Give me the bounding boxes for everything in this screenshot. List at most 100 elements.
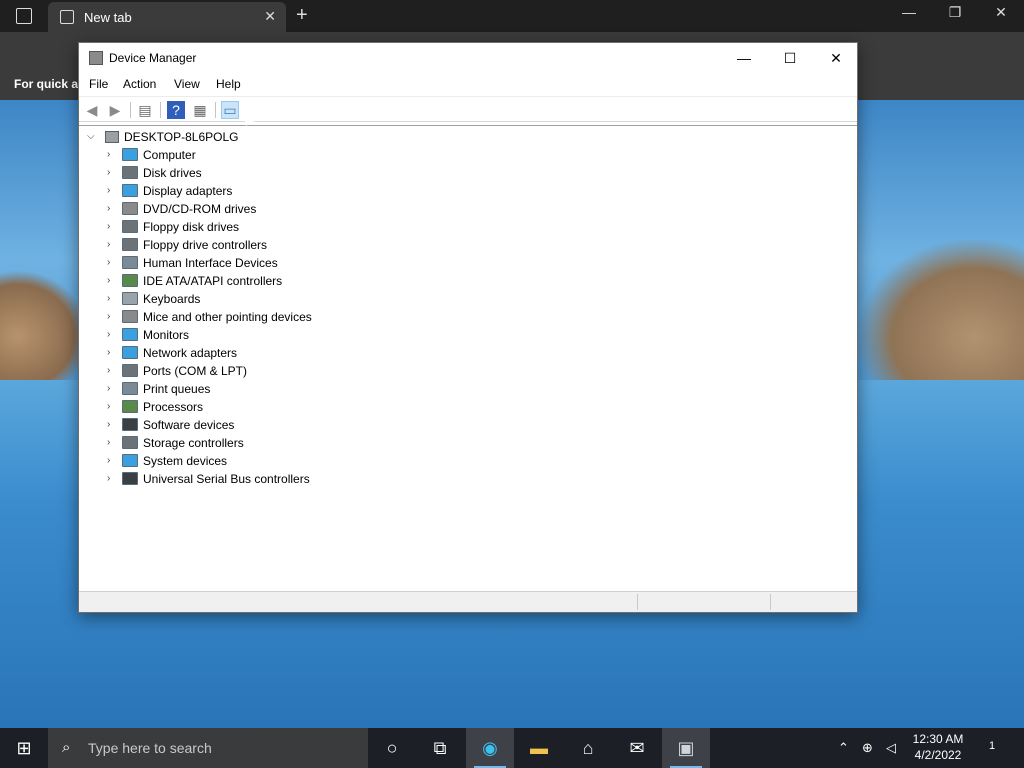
clock[interactable]: 12:30 AM 4/2/2022 <box>908 731 968 763</box>
menu-action[interactable]: Action <box>123 77 156 91</box>
wallpaper-hill-left <box>0 270 90 380</box>
tree-item[interactable]: › Mice and other pointing devices <box>79 308 479 326</box>
expand-chevron-icon[interactable]: › <box>107 221 110 232</box>
taskbar: ⊞ ⌕ Type here to search ○ ⧉ ◉ ▬ ⌂ ✉ ▣ ⌃ … <box>0 728 1024 768</box>
search-icon: ⌕ <box>62 739 71 756</box>
search-placeholder: Type here to search <box>88 740 212 756</box>
monitor-icon <box>122 328 138 341</box>
task-view-icon[interactable]: ⧉ <box>416 728 464 768</box>
device-manager-app-icon <box>89 51 103 65</box>
expand-chevron-icon[interactable]: › <box>107 185 110 196</box>
forward-icon[interactable]: ▶ <box>106 101 124 119</box>
tree-item-label: Software devices <box>143 418 235 432</box>
tree-item[interactable]: › Monitors <box>79 326 479 344</box>
menu-file[interactable]: File <box>89 77 108 91</box>
tab-actions-icon[interactable] <box>16 8 32 24</box>
tree-item[interactable]: › DVD/CD-ROM drives <box>79 200 479 218</box>
tree-item-label: Floppy disk drives <box>143 220 240 234</box>
expand-chevron-icon[interactable]: › <box>107 167 110 178</box>
new-tab-button[interactable]: + <box>296 4 308 27</box>
browser-close-button[interactable]: ✕ <box>978 4 1024 21</box>
back-icon[interactable]: ◀ <box>83 101 101 119</box>
menu-help[interactable]: Help <box>216 77 241 91</box>
expand-chevron-icon[interactable]: › <box>107 275 110 286</box>
properties-icon[interactable]: ▤ <box>136 101 154 119</box>
collapse-chevron-icon[interactable]: ⌵ <box>87 131 95 142</box>
tree-item-label: DVD/CD-ROM drives <box>143 202 257 216</box>
start-button[interactable]: ⊞ <box>0 728 48 768</box>
tree-item[interactable]: › Floppy disk drives <box>79 218 479 236</box>
tree-item[interactable]: › Disk drives <box>79 164 479 182</box>
browser-tab[interactable]: New tab ✕ <box>48 2 286 32</box>
cortana-icon[interactable]: ○ <box>368 728 416 768</box>
tree-root-node[interactable]: ⌵ DESKTOP-8L6POLG <box>79 128 279 146</box>
minimize-button[interactable]: — <box>721 43 767 73</box>
notification-count: 1 <box>988 740 996 752</box>
close-tab-icon[interactable]: ✕ <box>264 8 276 25</box>
expand-chevron-icon[interactable]: › <box>107 401 110 412</box>
expand-chevron-icon[interactable]: › <box>107 203 110 214</box>
expand-chevron-icon[interactable]: › <box>107 239 110 250</box>
microsoft-store-icon[interactable]: ⌂ <box>564 728 612 768</box>
file-explorer-icon[interactable]: ▬ <box>515 728 563 768</box>
window-titlebar[interactable]: Device Manager — ☐ ✕ <box>79 43 857 73</box>
tree-item[interactable]: › System devices <box>79 452 479 470</box>
favorites-bar-text: For quick ac <box>14 77 85 91</box>
expand-chevron-icon[interactable]: › <box>107 473 110 484</box>
expand-chevron-icon[interactable]: › <box>107 437 110 448</box>
tree-item-label: Network adapters <box>143 346 238 360</box>
network-icon[interactable]: ⊕ <box>862 728 873 768</box>
tree-item[interactable]: › Processors <box>79 398 479 416</box>
computer-icon <box>122 148 138 161</box>
software-device-icon <box>122 418 138 431</box>
edge-browser-icon[interactable]: ◉ <box>466 728 514 768</box>
maximize-button[interactable]: ☐ <box>767 43 813 73</box>
expand-chevron-icon[interactable]: › <box>107 257 110 268</box>
expand-chevron-icon[interactable]: › <box>107 293 110 304</box>
tree-item[interactable]: › Network adapters <box>79 344 479 362</box>
expand-chevron-icon[interactable]: › <box>107 365 110 376</box>
taskbar-search-box[interactable]: ⌕ Type here to search <box>48 728 368 768</box>
expand-chevron-icon[interactable]: › <box>107 311 110 322</box>
view-icon[interactable]: ▦ <box>191 101 209 119</box>
browser-minimize-button[interactable]: — <box>886 4 932 20</box>
scan-hardware-icon[interactable]: ▭ <box>221 101 239 119</box>
menu-view[interactable]: View <box>174 77 200 91</box>
close-button[interactable]: ✕ <box>813 43 859 73</box>
ide-controller-icon <box>122 274 138 287</box>
device-manager-window: Device Manager — ☐ ✕ File Action View He… <box>78 42 858 613</box>
browser-restore-button[interactable]: ❐ <box>932 4 978 21</box>
tree-item[interactable]: › Display adapters <box>79 182 479 200</box>
expand-chevron-icon[interactable]: › <box>107 149 110 160</box>
tree-item[interactable]: › Human Interface Devices <box>79 254 479 272</box>
new-tab-page-icon <box>60 10 74 24</box>
expand-chevron-icon[interactable]: › <box>107 329 110 340</box>
expand-chevron-icon[interactable]: › <box>107 455 110 466</box>
tree-item[interactable]: › Print queues <box>79 380 479 398</box>
expand-chevron-icon[interactable]: › <box>107 383 110 394</box>
tree-item-label: Processors <box>143 400 204 414</box>
tree-item[interactable]: › Software devices <box>79 416 479 434</box>
tree-item[interactable]: › Floppy drive controllers <box>79 236 479 254</box>
tree-item-label: Mice and other pointing devices <box>143 310 312 324</box>
volume-muted-icon[interactable]: ◁ <box>886 728 896 768</box>
tree-item-label: IDE ATA/ATAPI controllers <box>143 274 283 288</box>
expand-chevron-icon[interactable]: › <box>107 347 110 358</box>
network-adapter-icon <box>122 346 138 359</box>
device-manager-taskbar-icon[interactable]: ▣ <box>662 728 710 768</box>
clock-time: 12:30 AM <box>912 732 964 746</box>
display-adapter-icon <box>122 184 138 197</box>
show-hidden-icons-icon[interactable]: ⌃ <box>838 728 849 768</box>
help-icon[interactable]: ? <box>167 101 185 119</box>
tree-item[interactable]: › Storage controllers <box>79 434 479 452</box>
tree-item[interactable]: › IDE ATA/ATAPI controllers <box>79 272 479 290</box>
tree-item[interactable]: › Keyboards <box>79 290 479 308</box>
notification-center-icon[interactable]: 1 <box>980 736 1004 760</box>
tree-item[interactable]: › Ports (COM & LPT) <box>79 362 479 380</box>
tree-item[interactable]: › Computer <box>79 146 479 164</box>
mail-icon[interactable]: ✉ <box>613 728 661 768</box>
toolbar-separator <box>130 102 131 118</box>
tree-item[interactable]: › Universal Serial Bus controllers <box>79 470 479 488</box>
expand-chevron-icon[interactable]: › <box>107 419 110 430</box>
wallpaper-hill-right <box>858 240 1024 380</box>
